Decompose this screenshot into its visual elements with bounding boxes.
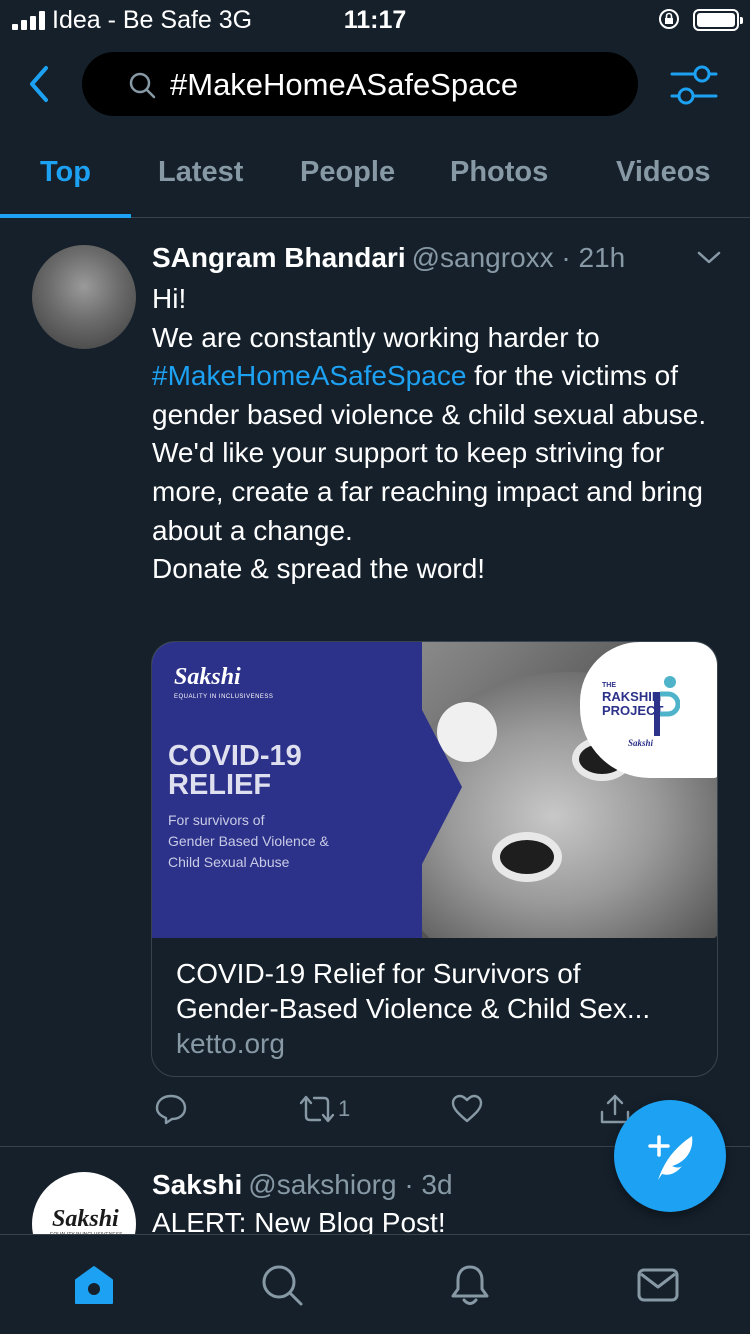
tab-photos[interactable]: Photos	[450, 156, 548, 189]
tab-people[interactable]: People	[300, 156, 395, 189]
back-arrow-icon[interactable]	[20, 62, 60, 106]
logo-the: THE	[602, 682, 616, 689]
avatar-logo: Sakshi	[52, 1206, 119, 1232]
notifications-icon[interactable]	[448, 1263, 492, 1307]
search-icon	[129, 72, 156, 99]
rotation-lock-icon	[659, 9, 679, 29]
battery-icon	[693, 9, 743, 31]
status-time: 11:17	[343, 6, 407, 34]
filter-icon[interactable]	[668, 62, 720, 108]
logo-sub: Sakshi	[628, 738, 654, 748]
compose-button[interactable]	[614, 1100, 726, 1212]
tweet-line: Hi!	[152, 283, 187, 314]
avatar[interactable]	[32, 245, 136, 349]
card-title-line: Gender-Based Violence & Child Sex...	[176, 993, 651, 1024]
search-input[interactable]: #MakeHomeASafeSpace	[82, 52, 638, 116]
author-handle: @sakshiorg · 3d	[248, 1169, 453, 1200]
banner-panel	[392, 652, 462, 922]
messages-icon[interactable]	[636, 1263, 680, 1307]
chevron-down-icon[interactable]	[696, 248, 722, 268]
card-title: COVID-19 Relief for Survivors of Gender-…	[176, 956, 696, 1026]
link-card[interactable]: Sakshi EQUALITY IN INCLUSIVENESS COVID-1…	[151, 641, 718, 1077]
status-bar: Idea - Be Safe 3G 11:17	[0, 0, 750, 40]
rakshin-project-logo: THE RAKSHIN PROJECT Sakshi	[580, 642, 717, 778]
active-tab-indicator	[0, 214, 131, 218]
author-name: Sakshi	[152, 1169, 243, 1200]
tweet-author[interactable]: SAngram Bhandari @sangroxx · 21h	[152, 242, 625, 274]
card-image: Sakshi EQUALITY IN INCLUSIVENESS COVID-1…	[152, 642, 717, 938]
retweet-icon[interactable]	[298, 1092, 336, 1126]
sakshi-tagline: EQUALITY IN INCLUSIVENESS	[174, 694, 274, 700]
tab-top[interactable]: Top	[40, 156, 91, 189]
retweet-count: 1	[338, 1096, 351, 1121]
bottom-nav	[0, 1234, 750, 1334]
hashtag-link[interactable]: #MakeHomeASafeSpace	[152, 360, 466, 391]
tweet-actions: 1	[150, 1092, 650, 1132]
banner-subtitle: For survivors of Gender Based Violence &…	[168, 812, 329, 870]
logo-mark	[654, 676, 680, 736]
compose-icon	[648, 1135, 693, 1180]
tab-latest[interactable]: Latest	[158, 156, 243, 189]
reply-icon[interactable]	[154, 1092, 188, 1126]
like-icon[interactable]	[450, 1092, 484, 1126]
explore-icon[interactable]	[260, 1263, 304, 1307]
photo-detail	[492, 832, 562, 882]
tweet-paragraph: We'd like your support to keep striving …	[152, 437, 703, 546]
home-icon[interactable]	[72, 1263, 116, 1307]
author-name: SAngram Bhandari	[152, 242, 406, 273]
search-tabs: Top Latest People Photos Videos	[0, 130, 750, 218]
sakshi-logo: Sakshi	[174, 664, 241, 690]
tab-videos[interactable]: Videos	[616, 156, 711, 189]
tweet-text: Hi! We are constantly working harder to …	[152, 280, 732, 589]
tweet-author[interactable]: Sakshi @sakshiorg · 3d	[152, 1169, 453, 1201]
tweet-paragraph: Donate & spread the word!	[152, 553, 486, 585]
card-title-line: COVID-19 Relief for Survivors of	[176, 958, 581, 989]
search-query: #MakeHomeASafeSpace	[170, 67, 519, 102]
tweet-line: We are constantly working harder to	[152, 321, 600, 353]
author-handle: @sangroxx · 21h	[411, 242, 626, 273]
banner-title: COVID-19 RELIEF	[168, 740, 302, 801]
card-domain: ketto.org	[176, 1028, 285, 1059]
